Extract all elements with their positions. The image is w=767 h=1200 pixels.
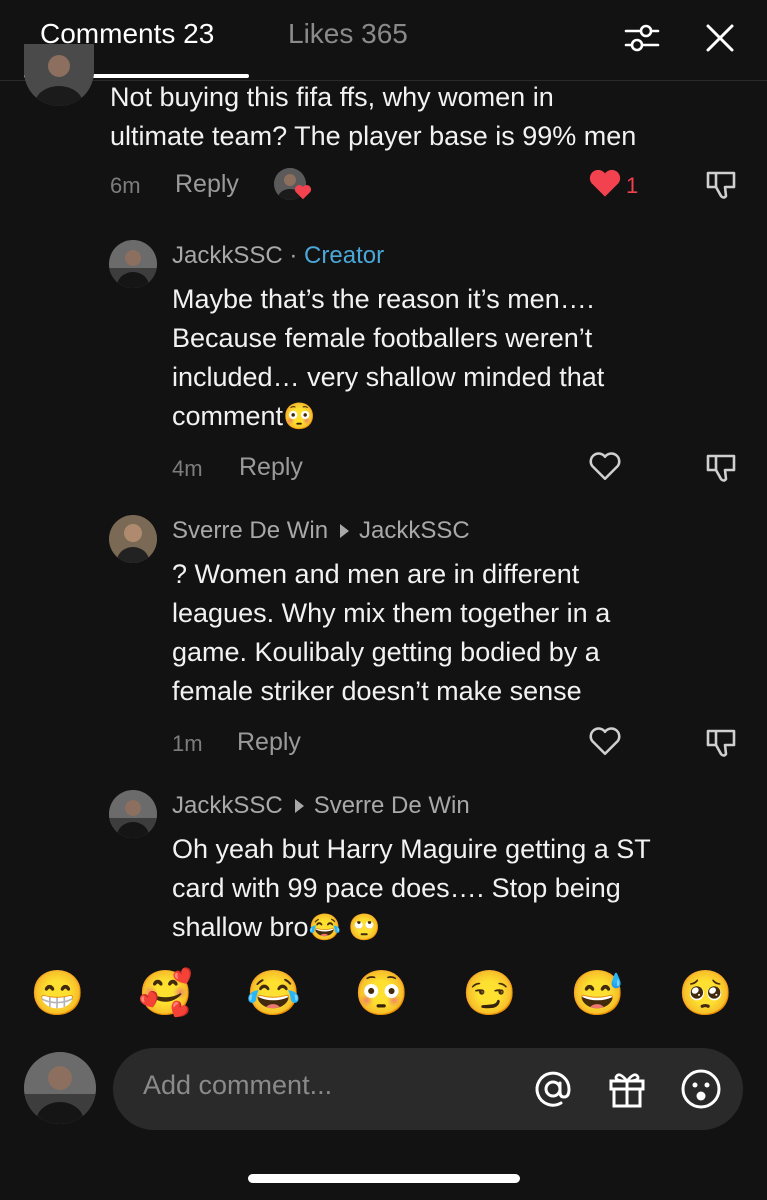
reply-button[interactable]: Reply bbox=[237, 728, 301, 757]
comment-text: Maybe that’s the reason it’s men…. Becau… bbox=[172, 284, 605, 431]
heart-outline-icon[interactable] bbox=[588, 450, 622, 482]
comment-username[interactable]: JackkSSC Sverre De Win bbox=[172, 792, 470, 820]
dislike-icon[interactable] bbox=[704, 451, 738, 485]
avatar[interactable] bbox=[109, 240, 157, 288]
emoji-button[interactable]: 🥺 bbox=[678, 966, 733, 1022]
emoji-picker-icon[interactable] bbox=[679, 1067, 723, 1111]
emoji-button[interactable]: 🥰 bbox=[138, 966, 193, 1022]
emoji-button[interactable]: 😂 bbox=[246, 966, 301, 1022]
avatar[interactable] bbox=[109, 515, 157, 563]
avatar[interactable] bbox=[24, 44, 94, 106]
comment-input-placeholder: Add comment... bbox=[143, 1070, 333, 1100]
heart-outline-icon[interactable] bbox=[588, 725, 622, 757]
comment-time: 6m bbox=[110, 173, 141, 198]
emoji-button[interactable]: 😏 bbox=[462, 966, 517, 1022]
comments-header: Comments 23 Likes 365 bbox=[0, 0, 767, 81]
gift-icon[interactable] bbox=[605, 1067, 649, 1111]
reply-arrow-icon bbox=[294, 798, 304, 813]
emoji-button[interactable]: 😅 bbox=[570, 966, 625, 1022]
tab-likes[interactable]: Likes 365 bbox=[288, 18, 408, 50]
reply-arrow-icon bbox=[340, 523, 350, 538]
filter-sliders-icon[interactable] bbox=[622, 18, 662, 58]
reply-button[interactable]: Reply bbox=[175, 170, 239, 199]
like-count: 1 bbox=[626, 173, 639, 198]
emoji-quick-bar: 😁 🥰 😂 😳 😏 😅 🥺 bbox=[0, 966, 767, 1026]
dislike-icon[interactable] bbox=[704, 726, 738, 760]
comment-time: 1m bbox=[172, 731, 203, 756]
comment-text: ? Women and men are in different leagues… bbox=[172, 559, 611, 706]
emoji-button[interactable]: 😁 bbox=[30, 966, 85, 1022]
emoji-button[interactable]: 😳 bbox=[354, 966, 409, 1022]
comment-username[interactable]: Sverre De Win JackkSSC bbox=[172, 517, 470, 545]
comment-text: Oh yeah but Harry Maguire getting a ST c… bbox=[172, 834, 651, 942]
creator-badge: Creator bbox=[304, 242, 385, 269]
close-icon[interactable] bbox=[700, 18, 740, 58]
heart-filled-icon[interactable] bbox=[588, 168, 622, 198]
dislike-icon[interactable] bbox=[704, 168, 738, 202]
avatar bbox=[24, 1052, 96, 1124]
avatar[interactable] bbox=[109, 790, 157, 838]
comment-username[interactable]: JackkSSC · Creator bbox=[172, 242, 384, 270]
comment-time: 4m bbox=[172, 456, 203, 481]
mention-icon[interactable] bbox=[531, 1067, 575, 1111]
comment-input[interactable]: Add comment... bbox=[113, 1048, 743, 1130]
comment-text: Not buying this fifa ffs, why women in u… bbox=[110, 82, 637, 151]
home-indicator bbox=[248, 1174, 520, 1183]
reply-button[interactable]: Reply bbox=[239, 453, 303, 482]
small-heart-icon bbox=[294, 184, 312, 200]
